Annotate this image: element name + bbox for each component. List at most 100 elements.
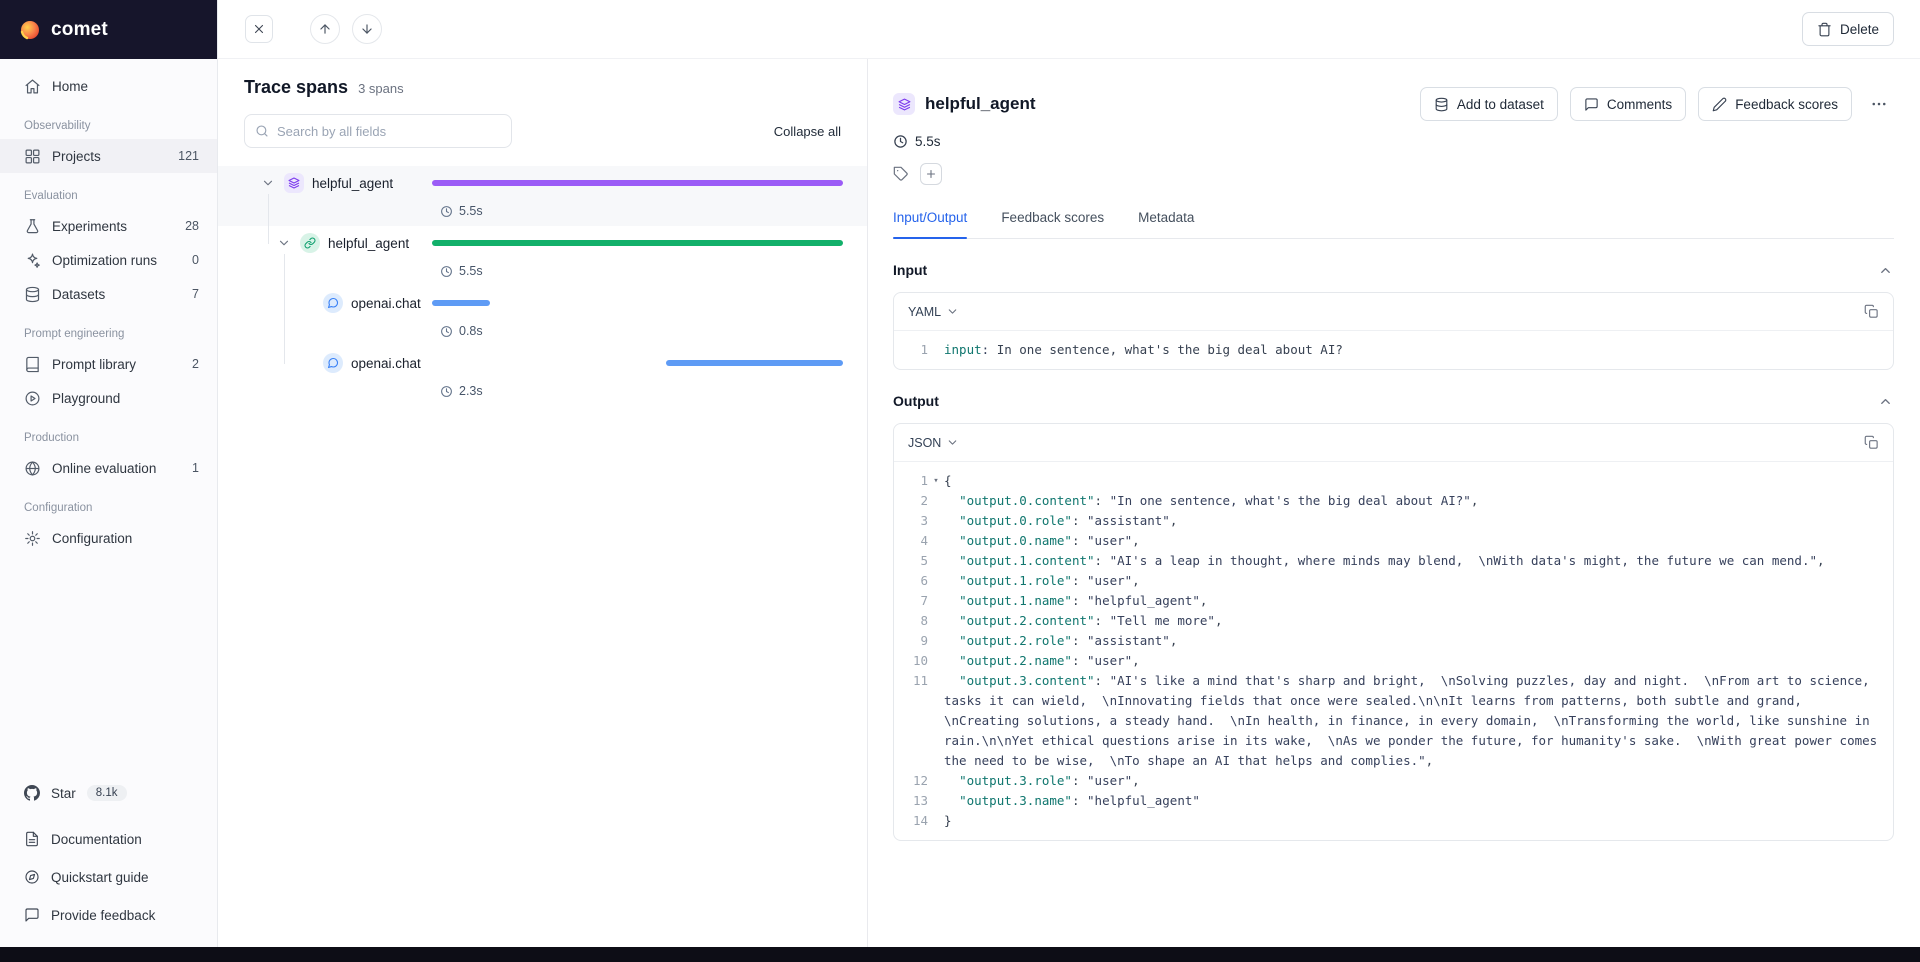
feedback-scores-button[interactable]: Feedback scores [1698,87,1852,121]
github-star-link[interactable]: Star 8.1k [0,774,217,812]
sidebar-nav: Home Observability Projects 121 Evaluati… [0,59,217,774]
star-label: Star [51,786,76,801]
fold-spacer [928,811,944,831]
tag-icon [893,166,909,182]
span-duration: 5.5s [459,204,483,218]
globe-icon [24,460,41,477]
span-total-duration: 5.5s [915,134,941,149]
span-row[interactable]: openai.chat 2.3s [218,346,867,406]
fold-icon[interactable]: ▾ [928,471,944,491]
line-number: 2 [894,491,928,511]
search-icon [255,124,269,138]
input-format-select[interactable]: YAML [908,305,959,319]
span-row[interactable]: helpful_agent 5.5s [218,226,867,286]
sidebar: comet Home Observability Projects 121 Ev… [0,0,218,962]
spans-search [244,114,512,148]
code-line: 4 "output.0.name": "user", [894,531,1879,551]
clock-icon [440,265,453,278]
sparkles-icon [24,252,41,269]
line-number: 10 [894,651,928,671]
span-row[interactable]: openai.chat 0.8s [218,286,867,346]
sidebar-item-quickstart-guide[interactable]: Quickstart guide [0,858,217,896]
search-input[interactable] [277,124,501,139]
comet-logo-icon [18,18,42,42]
item-count: 121 [178,149,199,163]
close-button[interactable] [245,15,273,43]
sidebar-item-online-evaluation[interactable]: Online evaluation 1 [0,451,217,485]
code-line: 6 "output.1.role": "user", [894,571,1879,591]
sidebar-item-provide-feedback[interactable]: Provide feedback [0,896,217,934]
collapse-output-button[interactable] [1876,392,1894,410]
clock-icon [440,205,453,218]
arrow-up-icon [318,22,332,36]
sidebar-item-label: Configuration [52,531,132,546]
fold-spacer [928,591,944,611]
sidebar-item-configuration[interactable]: Configuration [0,521,217,555]
sidebar-item-prompt-library[interactable]: Prompt library 2 [0,347,217,381]
code-line: 8 "output.2.content": "Tell me more", [894,611,1879,631]
output-code-block: JSON 1▾{2 "output.0.content": "In one se… [893,423,1894,841]
delete-button[interactable]: Delete [1802,12,1894,46]
brand-name: comet [51,19,108,41]
span-row[interactable]: helpful_agent 5.5s [218,166,867,226]
more-actions-button[interactable] [1864,89,1894,119]
line-number: 12 [894,771,928,791]
trash-icon [1817,22,1832,37]
sidebar-item-experiments[interactable]: Experiments 28 [0,209,217,243]
code-line: 2 "output.0.content": "In one sentence, … [894,491,1879,511]
tab-metadata[interactable]: Metadata [1138,210,1194,238]
code-line: 11 "output.3.content": "AI's like a mind… [894,671,1879,771]
line-number: 7 [894,591,928,611]
flask-icon [24,218,41,235]
next-trace-button[interactable] [352,14,382,44]
chevron-down-icon [946,436,959,449]
fold-spacer [928,771,944,791]
comments-label: Comments [1607,97,1672,112]
copy-input-button[interactable] [1864,304,1879,319]
copy-icon [1864,304,1879,319]
logo[interactable]: comet [0,0,217,59]
github-icon [24,785,40,801]
app: comet Home Observability Projects 121 Ev… [0,0,1920,962]
sidebar-item-optimization-runs[interactable]: Optimization runs 0 [0,243,217,277]
sidebar-item-datasets[interactable]: Datasets 7 [0,277,217,311]
output-format-select[interactable]: JSON [908,436,959,450]
collapse-all-button[interactable]: Collapse all [774,124,841,139]
chevron-down-icon[interactable] [276,235,292,251]
fold-spacer [928,631,944,651]
play-icon [24,390,41,407]
clock-icon [440,385,453,398]
chevron-down-icon[interactable] [260,175,276,191]
add-to-dataset-label: Add to dataset [1457,97,1544,112]
gear-icon [24,530,41,547]
add-tag-button[interactable] [920,163,942,185]
add-to-dataset-button[interactable]: Add to dataset [1420,87,1558,121]
file-text-icon [24,831,40,847]
previous-trace-button[interactable] [310,14,340,44]
footer-link-label: Quickstart guide [51,870,149,885]
star-count-badge: 8.1k [87,785,127,801]
chain-span-icon [300,233,320,253]
line-number: 14 [894,811,928,831]
section-label-prompt-engineering: Prompt engineering [0,311,217,347]
sidebar-item-projects[interactable]: Projects 121 [0,139,217,173]
sidebar-item-playground[interactable]: Playground [0,381,217,415]
sidebar-item-documentation[interactable]: Documentation [0,820,217,858]
item-count: 28 [185,219,199,233]
footer-link-label: Documentation [51,832,142,847]
tab-input-output[interactable]: Input/Output [893,210,967,238]
span-duration: 2.3s [459,384,483,398]
line-number: 5 [894,551,928,571]
tab-feedback-scores[interactable]: Feedback scores [1001,210,1104,238]
span-duration-bar [666,360,843,366]
fold-spacer [928,611,944,631]
agent-span-icon [284,173,304,193]
comments-button[interactable]: Comments [1570,87,1686,121]
copy-output-button[interactable] [1864,435,1879,450]
more-icon [1870,95,1888,113]
sidebar-item-home[interactable]: Home [0,69,217,103]
collapse-input-button[interactable] [1876,261,1894,279]
output-code: 1▾{2 "output.0.content": "In one sentenc… [894,462,1893,840]
panel-title: Trace spans [244,77,348,98]
grid-icon [24,148,41,165]
